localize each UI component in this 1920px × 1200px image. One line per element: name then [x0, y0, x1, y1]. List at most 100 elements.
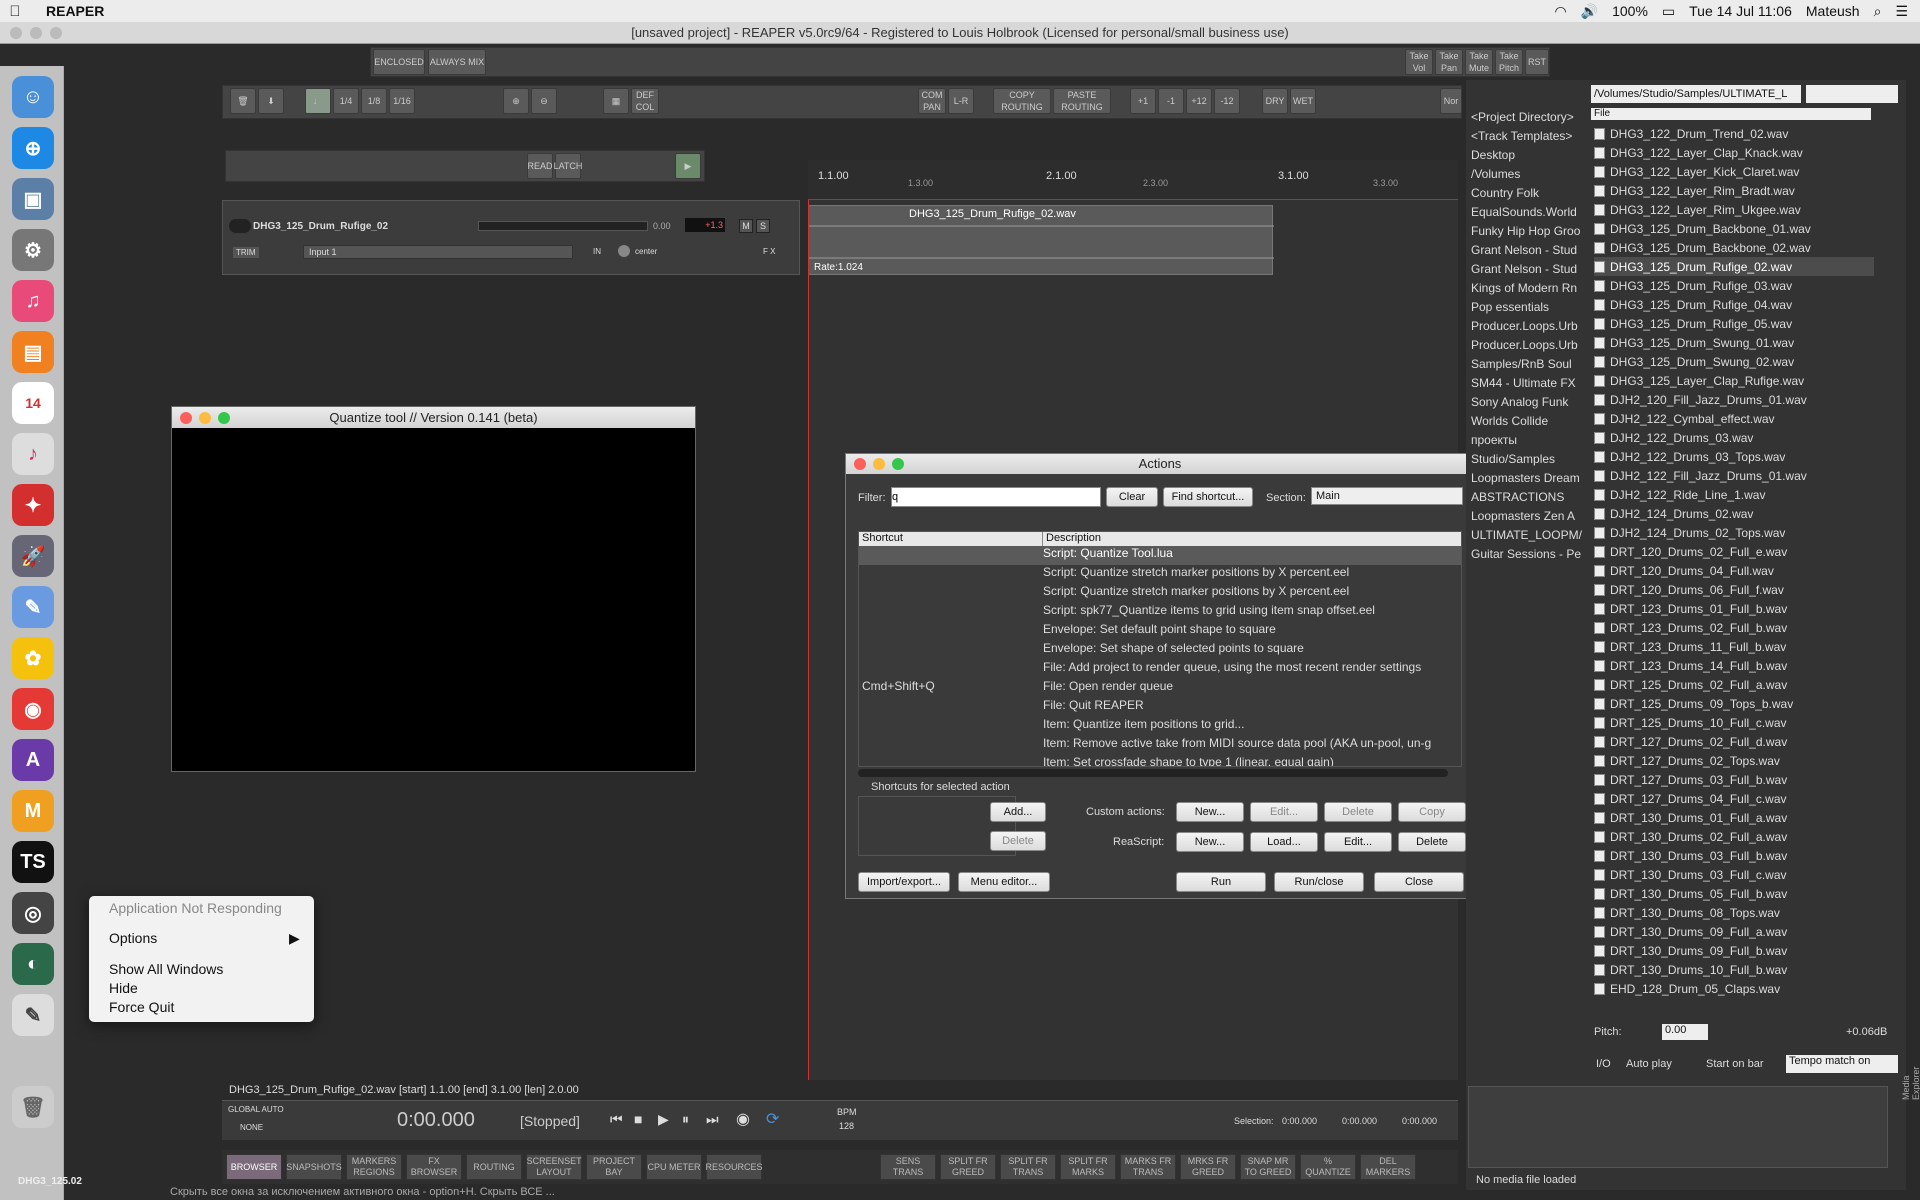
take-mute-button[interactable]: Take Mute: [1465, 49, 1493, 75]
run-close-button[interactable]: Run/close: [1274, 872, 1364, 892]
action-row[interactable]: Script: Quantize stretch marker position…: [859, 565, 1461, 584]
file-item[interactable]: DRT_130_Drums_09_Full_b.wav: [1594, 941, 1874, 960]
zoom-window-button[interactable]: [50, 27, 62, 39]
file-item[interactable]: DRT_130_Drums_08_Tops.wav: [1594, 903, 1874, 922]
directory-item[interactable]: SM44 - Ultimate FX: [1471, 376, 1583, 390]
plus-twelve-button[interactable]: +12: [1186, 88, 1212, 114]
latch-automation-button[interactable]: LATCH: [554, 153, 582, 179]
bottom-toolbar-button[interactable]: PROJECT BAY: [586, 1154, 642, 1180]
trash-dock-icon[interactable]: 🗑: [12, 1086, 54, 1128]
bottom-toolbar-button[interactable]: SCREENSET LAYOUT: [526, 1154, 582, 1180]
file-item[interactable]: DRT_125_Drums_09_Tops_b.wav: [1594, 694, 1874, 713]
copy-routing-button[interactable]: COPY ROUTING: [993, 88, 1051, 114]
filter-input[interactable]: [891, 487, 1101, 507]
file-item[interactable]: DRT_130_Drums_09_Full_a.wav: [1594, 922, 1874, 941]
minimize-button[interactable]: [199, 412, 211, 424]
directory-item[interactable]: <Track Templates>: [1471, 129, 1583, 143]
file-item[interactable]: DJH2_120_Fill_Jazz_Drums_01.wav: [1594, 390, 1874, 409]
volume-icon[interactable]: 🔊: [1581, 3, 1598, 20]
safari-icon[interactable]: ⊕: [12, 127, 54, 169]
trash-icon[interactable]: 🗑: [230, 88, 256, 114]
ibooks-icon[interactable]: ▤: [12, 331, 54, 373]
action-row[interactable]: Item: Remove active take from MIDI sourc…: [859, 736, 1461, 755]
bottom-toolbar-button[interactable]: SNAPSHOTS: [286, 1154, 342, 1180]
file-item[interactable]: DHG3_125_Drum_Rufige_05.wav: [1594, 314, 1874, 333]
minus-twelve-button[interactable]: -12: [1214, 88, 1240, 114]
custom-edit-button[interactable]: Edit...: [1250, 802, 1318, 822]
custom-delete-button[interactable]: Delete: [1324, 802, 1392, 822]
input-select[interactable]: Input 1: [303, 245, 573, 259]
directory-item[interactable]: Grant Nelson - Stud: [1471, 262, 1583, 276]
bottom-toolbar-button[interactable]: SNAP MR TO GREED: [1240, 1154, 1296, 1180]
action-row[interactable]: Item: Quantize item positions to grid...: [859, 717, 1461, 736]
directory-item[interactable]: EqualSounds.World: [1471, 205, 1583, 219]
file-item[interactable]: DRT_120_Drums_04_Full.wav: [1594, 561, 1874, 580]
io-label[interactable]: I/O: [1596, 1058, 1611, 1070]
file-item[interactable]: DHG3_125_Drum_Rufige_02.wav: [1594, 257, 1874, 276]
bottom-toolbar-button[interactable]: % QUANTIZE: [1300, 1154, 1356, 1180]
grid-eighth-button[interactable]: 1/8: [361, 88, 387, 114]
file-item[interactable]: DJH2_124_Drums_02.wav: [1594, 504, 1874, 523]
section-select[interactable]: Main: [1311, 487, 1463, 505]
bottom-toolbar-button[interactable]: MARKS FR TRANS: [1120, 1154, 1176, 1180]
actions-window[interactable]: Actions Filter: Clear Find shortcut... S…: [845, 453, 1475, 899]
directory-item[interactable]: Samples/RnB Soul: [1471, 357, 1583, 371]
tempo-match-select[interactable]: Tempo match on: [1786, 1055, 1898, 1073]
play-icon[interactable]: ▶: [658, 1111, 669, 1128]
directory-item[interactable]: Loopmasters Zen A: [1471, 509, 1583, 523]
file-item[interactable]: DHG3_125_Layer_Clap_Rufige.wav: [1594, 371, 1874, 390]
battery-percent[interactable]: 100%: [1612, 3, 1648, 19]
bottom-toolbar-button[interactable]: RESOURCES: [706, 1154, 763, 1180]
reascript-load-button[interactable]: Load...: [1250, 832, 1318, 852]
file-item[interactable]: DJH2_122_Fill_Jazz_Drums_01.wav: [1594, 466, 1874, 485]
app-music-icon[interactable]: ◉: [12, 688, 54, 730]
directory-item[interactable]: Grant Nelson - Stud: [1471, 243, 1583, 257]
options-menu-item[interactable]: Options: [109, 930, 157, 946]
bottom-toolbar-button[interactable]: SPLIT FR GREED: [940, 1154, 996, 1180]
dry-button[interactable]: DRY: [1262, 88, 1288, 114]
play-forward-icon[interactable]: ▶: [675, 153, 701, 179]
quantize-tool-window[interactable]: Quantize tool // Version 0.141 (beta): [171, 406, 696, 772]
directory-item[interactable]: проекты: [1471, 433, 1583, 447]
file-item[interactable]: DHG3_125_Drum_Backbone_02.wav: [1594, 238, 1874, 257]
file-item[interactable]: DJH2_122_Ride_Line_1.wav: [1594, 485, 1874, 504]
preview-icon[interactable]: ▣: [12, 178, 54, 220]
actions-window-titlebar[interactable]: Actions: [846, 454, 1474, 474]
mute-button[interactable]: M: [739, 219, 753, 233]
zoom-in-icon[interactable]: ⊕: [503, 88, 529, 114]
playhead-cursor[interactable]: [808, 200, 809, 1080]
file-item[interactable]: DRT_123_Drums_11_Full_b.wav: [1594, 637, 1874, 656]
directory-item[interactable]: Studio/Samples: [1471, 452, 1583, 466]
file-item[interactable]: DHG3_122_Layer_Rim_Ukgee.wav: [1594, 200, 1874, 219]
bottom-toolbar-button[interactable]: MRKS FR GREED: [1180, 1154, 1236, 1180]
wet-button[interactable]: WET: [1290, 88, 1316, 114]
horizontal-scrollbar[interactable]: [858, 769, 1448, 777]
find-shortcut-button[interactable]: Find shortcut...: [1163, 487, 1253, 507]
directory-item[interactable]: Worlds Collide: [1471, 414, 1583, 428]
user-name[interactable]: Mateush: [1806, 3, 1860, 19]
mixed-in-key-icon[interactable]: M: [12, 790, 54, 832]
search-input[interactable]: [1806, 85, 1898, 103]
bottom-toolbar-button[interactable]: SENS TRANS: [880, 1154, 936, 1180]
system-preferences-icon[interactable]: ⚙: [12, 229, 54, 271]
volume-slider[interactable]: [478, 221, 648, 231]
normalize-button[interactable]: Nor: [1440, 88, 1462, 114]
file-item[interactable]: EHD_128_Drum_05_Claps.wav: [1594, 979, 1874, 998]
file-item[interactable]: DRT_123_Drums_01_Full_b.wav: [1594, 599, 1874, 618]
clock[interactable]: Tue 14 Jul 11:06: [1689, 3, 1792, 19]
show-all-windows-item[interactable]: Show All Windows: [109, 961, 223, 977]
action-row[interactable]: Script: Quantize Tool.lua: [859, 546, 1461, 565]
app-menu-name[interactable]: REAPER: [46, 3, 104, 19]
file-item[interactable]: DHG3_125_Drum_Backbone_01.wav: [1594, 219, 1874, 238]
calendar-icon[interactable]: 14: [12, 382, 54, 424]
stop-icon[interactable]: ■: [634, 1111, 642, 1127]
close-button[interactable]: Close: [1374, 872, 1464, 892]
finder-icon[interactable]: ☺: [12, 76, 54, 118]
media-explorer[interactable]: /Volumes/Studio/Samples/ULTIMATE_L File …: [1466, 80, 1920, 1190]
directory-item[interactable]: <Project Directory>: [1471, 110, 1583, 124]
zoom-button[interactable]: [892, 458, 904, 470]
directory-item[interactable]: /Volumes: [1471, 167, 1583, 181]
action-row[interactable]: Script: Quantize stretch marker position…: [859, 584, 1461, 603]
action-row[interactable]: Script: spk77_Quantize items to grid usi…: [859, 603, 1461, 622]
track-control-panel[interactable]: DHG3_125_Drum_Rufige_02 0.00 +1.3 M S TR…: [222, 200, 800, 275]
